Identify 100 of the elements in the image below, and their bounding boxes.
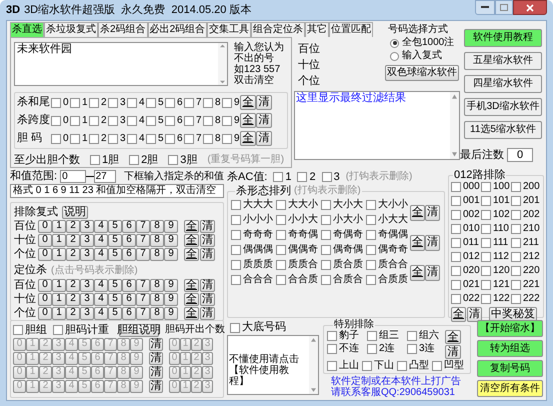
digit-button[interactable]: 7 xyxy=(136,278,150,292)
checkbox[interactable] xyxy=(276,245,286,255)
checkbox[interactable] xyxy=(231,275,241,285)
checkbox[interactable] xyxy=(127,116,137,126)
checkbox[interactable] xyxy=(231,200,241,210)
tab[interactable]: 杀2码组合 xyxy=(98,22,148,37)
tab[interactable]: 组合定位杀 xyxy=(251,22,306,37)
digit-button[interactable]: 5 xyxy=(108,292,122,306)
checkbox[interactable] xyxy=(90,155,100,166)
tab[interactable]: 杀直选 xyxy=(10,22,44,37)
software-button[interactable]: 四星缩水软件 xyxy=(464,75,542,93)
digit-button[interactable]: 2 xyxy=(66,234,80,246)
digit-button[interactable]: 8 xyxy=(150,292,164,306)
digit-button[interactable]: 4 xyxy=(94,234,108,246)
checkbox[interactable] xyxy=(165,134,175,144)
digit-button[interactable]: 2 xyxy=(66,220,80,232)
digit-button[interactable]: 1 xyxy=(52,248,66,260)
checkbox[interactable] xyxy=(322,172,332,182)
checkbox[interactable] xyxy=(367,344,377,354)
checkbox[interactable] xyxy=(51,116,61,126)
digit-button[interactable]: 3 xyxy=(80,248,94,260)
digit-button[interactable]: 4 xyxy=(94,292,108,306)
digit-button[interactable]: 8 xyxy=(150,220,164,232)
tab[interactable]: 必出2码组合 xyxy=(148,22,208,37)
checkbox[interactable] xyxy=(276,260,286,270)
software-button[interactable]: 手机3D缩水软件 xyxy=(464,98,542,116)
clear-button[interactable]: 清 xyxy=(256,131,272,146)
checkbox[interactable] xyxy=(321,245,331,255)
checkbox[interactable] xyxy=(451,224,461,234)
select-all-button[interactable]: 全 xyxy=(410,264,425,280)
checkbox[interactable] xyxy=(451,182,461,192)
digit-button[interactable]: 6 xyxy=(122,292,136,306)
digit-button[interactable]: 6 xyxy=(122,234,136,246)
checkbox[interactable] xyxy=(327,344,337,354)
checkbox[interactable] xyxy=(327,361,337,371)
checkbox[interactable] xyxy=(451,280,461,290)
digit-button[interactable]: 5 xyxy=(108,278,122,292)
checkbox[interactable] xyxy=(108,116,118,126)
final-count-field[interactable]: 0 xyxy=(507,148,533,162)
sum-input-field[interactable]: 格式 0 1 6 9 11 23 和值加空格隔开，双击清空 xyxy=(10,184,224,198)
checkbox[interactable] xyxy=(511,238,521,248)
checkbox[interactable] xyxy=(511,224,521,234)
checkbox[interactable] xyxy=(276,230,286,240)
checkbox[interactable] xyxy=(511,294,521,304)
clear-button[interactable]: 清 xyxy=(256,113,272,128)
digit-button[interactable]: 0 xyxy=(38,278,52,292)
software-button[interactable]: 软件使用教程 xyxy=(464,29,542,47)
select-all-button[interactable]: 全 xyxy=(240,95,256,110)
digit-button[interactable]: 1 xyxy=(52,306,66,320)
checkbox[interactable] xyxy=(511,196,521,206)
checkbox[interactable] xyxy=(481,224,491,234)
digit-button[interactable]: 3 xyxy=(80,306,94,320)
checkbox[interactable] xyxy=(511,210,521,220)
digit-button[interactable]: 9 xyxy=(164,234,178,246)
checkbox[interactable] xyxy=(146,98,156,108)
checkbox[interactable] xyxy=(511,182,521,192)
checkbox[interactable] xyxy=(184,116,194,126)
checkbox[interactable] xyxy=(222,116,232,126)
checkbox[interactable] xyxy=(51,98,61,108)
help-button[interactable]: 胆组说明 xyxy=(119,324,159,336)
checkbox[interactable] xyxy=(129,155,140,166)
digit-button[interactable]: 5 xyxy=(108,234,122,246)
checkbox[interactable] xyxy=(51,134,61,144)
checkbox[interactable] xyxy=(451,238,461,248)
digit-button[interactable]: 7 xyxy=(136,292,150,306)
checkbox[interactable] xyxy=(481,294,491,304)
checkbox[interactable] xyxy=(481,280,491,290)
digit-button[interactable]: 8 xyxy=(150,248,164,260)
checkbox[interactable] xyxy=(231,245,241,255)
checkbox[interactable] xyxy=(481,196,491,206)
tab[interactable]: 位置匹配 xyxy=(329,22,374,37)
action-button[interactable]: 转为组选 xyxy=(477,340,543,357)
digit-button[interactable]: 3 xyxy=(80,292,94,306)
clear-button[interactable]: 清 xyxy=(425,264,440,280)
radio-button[interactable] xyxy=(390,38,399,48)
scrollbar[interactable] xyxy=(309,336,318,394)
select-all-button[interactable]: 全 xyxy=(451,307,466,322)
checkbox[interactable] xyxy=(222,134,232,144)
checkbox[interactable] xyxy=(481,238,491,248)
clear-button[interactable]: 清 xyxy=(425,234,440,250)
checkbox[interactable] xyxy=(366,260,376,270)
scrollbar[interactable] xyxy=(450,92,459,159)
software-button[interactable]: 五星缩水软件 xyxy=(464,52,542,70)
checkbox[interactable] xyxy=(203,98,213,108)
checkbox[interactable] xyxy=(366,200,376,210)
action-button[interactable]: 复制号码 xyxy=(477,360,543,377)
digit-button[interactable]: 5 xyxy=(108,220,122,232)
select-all-button[interactable]: 全 xyxy=(184,234,199,246)
checkbox[interactable] xyxy=(108,98,118,108)
checkbox[interactable] xyxy=(321,215,331,225)
checkbox[interactable] xyxy=(168,155,178,166)
digit-button[interactable]: 4 xyxy=(94,278,108,292)
digit-button[interactable]: 4 xyxy=(94,248,108,260)
digit-button[interactable]: 6 xyxy=(122,248,136,260)
digit-button[interactable]: 1 xyxy=(52,234,66,246)
digit-button[interactable]: 8 xyxy=(150,234,164,246)
digit-button[interactable]: 2 xyxy=(66,306,80,320)
digit-button[interactable]: 1 xyxy=(52,278,66,292)
digit-button[interactable]: 1 xyxy=(52,220,66,232)
checkbox[interactable] xyxy=(481,182,491,192)
